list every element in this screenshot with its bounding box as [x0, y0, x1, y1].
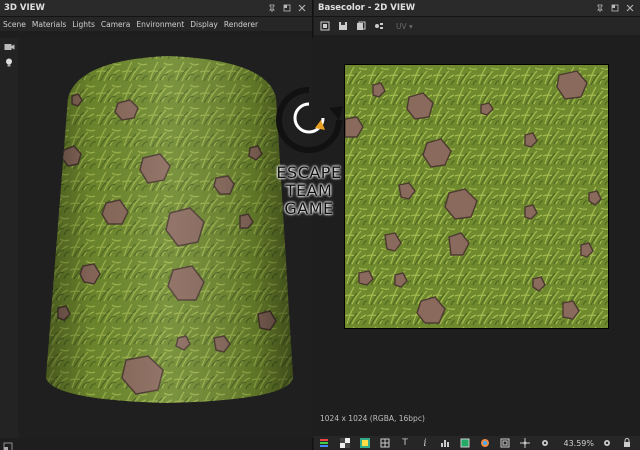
watermark-line-1: ESCAPE	[276, 163, 342, 182]
uv-label: UV	[396, 21, 407, 31]
checker-icon[interactable]	[338, 437, 352, 449]
2d-view-title: Basecolor - 2D VIEW	[318, 3, 416, 13]
menu-display[interactable]: Display	[190, 20, 218, 29]
light-bulb-icon[interactable]	[0, 56, 18, 70]
color-map-icon[interactable]	[358, 437, 372, 449]
escape-team-game-watermark: ESCAPE TEAM GAME	[266, 84, 352, 234]
2d-view-bottom-bar: T i 43.59%	[314, 436, 640, 450]
2d-view-panel: Basecolor - 2D VIEW UV ▾ 1024 x 1024 (RG…	[314, 0, 640, 450]
maximize-icon[interactable]	[609, 2, 621, 14]
3d-view-menubar: Scene Materials Lights Camera Environmen…	[0, 17, 312, 31]
menu-environment[interactable]: Environment	[136, 20, 184, 29]
settings-gear-icon[interactable]	[538, 437, 552, 449]
menu-renderer[interactable]: Renderer	[224, 20, 258, 29]
save-icon[interactable]	[336, 19, 350, 33]
text-tool-icon[interactable]: T	[398, 437, 412, 449]
close-icon[interactable]	[296, 2, 308, 14]
basecolor-texture	[345, 65, 608, 328]
grid-icon[interactable]	[378, 437, 392, 449]
camera-icon[interactable]	[0, 40, 18, 54]
watermark-line-2: TEAM	[285, 181, 333, 200]
maximize-icon[interactable]	[281, 2, 293, 14]
close-icon[interactable]	[624, 2, 636, 14]
fit-view-icon[interactable]	[318, 19, 332, 33]
lock-icon[interactable]	[620, 437, 634, 449]
channels-icon[interactable]	[372, 19, 386, 33]
3d-view-header: 3D VIEW	[0, 0, 312, 17]
3d-tool-strip	[0, 38, 18, 438]
watermark-line-3: GAME	[284, 199, 334, 218]
uv-dropdown[interactable]: UV ▾	[396, 22, 413, 31]
menu-camera[interactable]: Camera	[101, 20, 130, 29]
histogram-icon[interactable]	[438, 437, 452, 449]
2d-view-toolbar: UV ▾	[314, 17, 640, 35]
2d-view-header: Basecolor - 2D VIEW	[314, 0, 640, 17]
layout-icon[interactable]	[3, 437, 13, 450]
menu-scene[interactable]: Scene	[3, 20, 26, 29]
menu-lights[interactable]: Lights	[72, 20, 95, 29]
pin-icon[interactable]	[594, 2, 606, 14]
image-icon[interactable]	[458, 437, 472, 449]
frame-icon[interactable]	[498, 437, 512, 449]
texture-preview[interactable]	[344, 64, 609, 329]
layers-icon[interactable]	[318, 437, 332, 449]
settings-icon[interactable]	[600, 437, 614, 449]
menu-materials[interactable]: Materials	[32, 20, 66, 29]
3d-view-title: 3D VIEW	[4, 3, 45, 13]
image-info: 1024 x 1024 (RGBA, 16bpc)	[320, 414, 425, 423]
move-icon[interactable]	[518, 437, 532, 449]
info-icon[interactable]: i	[418, 437, 432, 449]
zoom-level[interactable]: 43.59%	[563, 439, 594, 448]
watermark-logo	[276, 87, 343, 153]
color-wheel-icon[interactable]	[478, 437, 492, 449]
export-icon[interactable]	[354, 19, 368, 33]
pin-icon[interactable]	[266, 2, 278, 14]
